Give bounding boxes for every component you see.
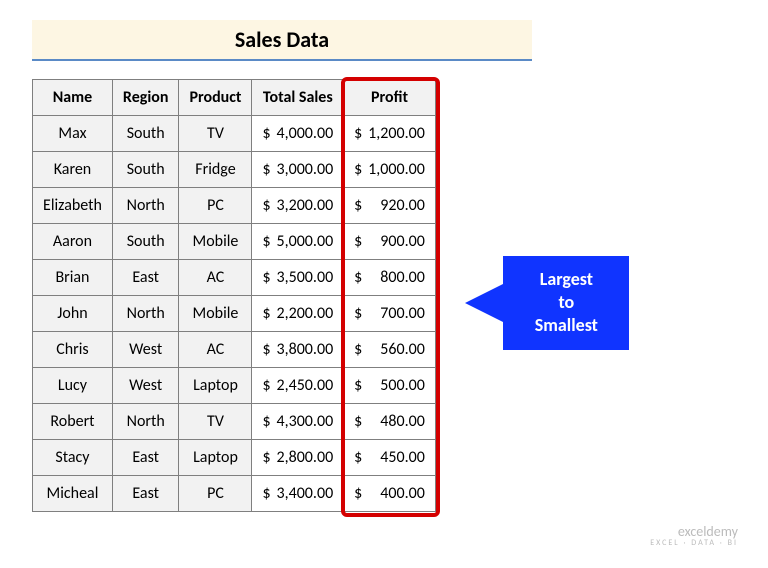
col-region: Region: [112, 80, 179, 116]
cell-region: West: [112, 368, 179, 404]
table-row: MichealEastPC$3,400.00$400.00: [33, 476, 436, 512]
cell-region: South: [112, 152, 179, 188]
cell-profit: $480.00: [344, 404, 436, 440]
callout-arrow-icon: [465, 283, 505, 323]
callout-line2: to: [521, 291, 611, 314]
col-profit: Profit: [344, 80, 436, 116]
col-name: Name: [33, 80, 113, 116]
cell-total-sales: $2,450.00: [252, 368, 344, 404]
cell-product: AC: [179, 332, 252, 368]
cell-profit: $500.00: [344, 368, 436, 404]
watermark: exceldemy EXCEL · DATA · BI: [650, 524, 738, 548]
callout-line3: Smallest: [521, 314, 611, 337]
table-row: StacyEastLaptop$2,800.00$450.00: [33, 440, 436, 476]
table-row: RobertNorthTV$4,300.00$480.00: [33, 404, 436, 440]
cell-region: South: [112, 224, 179, 260]
cell-region: North: [112, 404, 179, 440]
cell-name: Karen: [33, 152, 113, 188]
cell-total-sales: $3,800.00: [252, 332, 344, 368]
cell-total-sales: $4,300.00: [252, 404, 344, 440]
table-row: MaxSouthTV$4,000.00$1,200.00: [33, 116, 436, 152]
cell-profit: $400.00: [344, 476, 436, 512]
cell-product: PC: [179, 188, 252, 224]
title-bar: Sales Data: [32, 20, 532, 61]
cell-product: Mobile: [179, 296, 252, 332]
cell-total-sales: $4,000.00: [252, 116, 344, 152]
cell-name: Aaron: [33, 224, 113, 260]
cell-name: Brian: [33, 260, 113, 296]
cell-name: Micheal: [33, 476, 113, 512]
cell-region: East: [112, 440, 179, 476]
cell-profit: $920.00: [344, 188, 436, 224]
table-row: ChrisWestAC$3,800.00$560.00: [33, 332, 436, 368]
cell-product: Fridge: [179, 152, 252, 188]
cell-product: TV: [179, 404, 252, 440]
page-title: Sales Data: [235, 26, 329, 53]
cell-total-sales: $3,500.00: [252, 260, 344, 296]
cell-profit: $700.00: [344, 296, 436, 332]
cell-region: South: [112, 116, 179, 152]
cell-profit: $1,200.00: [344, 116, 436, 152]
table-row: JohnNorthMobile$2,200.00$700.00: [33, 296, 436, 332]
cell-region: West: [112, 332, 179, 368]
table-row: LucyWestLaptop$2,450.00$500.00: [33, 368, 436, 404]
cell-name: Robert: [33, 404, 113, 440]
cell-region: North: [112, 188, 179, 224]
sales-table: Name Region Product Total Sales Profit M…: [32, 79, 436, 512]
cell-total-sales: $3,000.00: [252, 152, 344, 188]
cell-profit: $1,000.00: [344, 152, 436, 188]
cell-region: East: [112, 260, 179, 296]
callout-largest-smallest: Largest to Smallest: [465, 256, 629, 350]
cell-name: Elizabeth: [33, 188, 113, 224]
cell-product: TV: [179, 116, 252, 152]
col-total-sales: Total Sales: [252, 80, 344, 116]
cell-product: Laptop: [179, 440, 252, 476]
cell-product: Mobile: [179, 224, 252, 260]
cell-total-sales: $3,200.00: [252, 188, 344, 224]
cell-total-sales: $2,200.00: [252, 296, 344, 332]
cell-name: Chris: [33, 332, 113, 368]
watermark-tag: EXCEL · DATA · BI: [650, 539, 738, 548]
cell-name: Stacy: [33, 440, 113, 476]
table-row: KarenSouthFridge$3,000.00$1,000.00: [33, 152, 436, 188]
callout-box: Largest to Smallest: [503, 256, 629, 350]
cell-total-sales: $3,400.00: [252, 476, 344, 512]
watermark-brand: exceldemy: [650, 524, 738, 539]
table-row: AaronSouthMobile$5,000.00$900.00: [33, 224, 436, 260]
cell-name: John: [33, 296, 113, 332]
col-product: Product: [179, 80, 252, 116]
cell-total-sales: $2,800.00: [252, 440, 344, 476]
cell-product: AC: [179, 260, 252, 296]
cell-profit: $450.00: [344, 440, 436, 476]
cell-name: Lucy: [33, 368, 113, 404]
cell-profit: $900.00: [344, 224, 436, 260]
callout-line1: Largest: [521, 268, 611, 291]
cell-name: Max: [33, 116, 113, 152]
table-header-row: Name Region Product Total Sales Profit: [33, 80, 436, 116]
cell-product: Laptop: [179, 368, 252, 404]
table-row: BrianEastAC$3,500.00$800.00: [33, 260, 436, 296]
cell-region: East: [112, 476, 179, 512]
cell-product: PC: [179, 476, 252, 512]
cell-profit: $800.00: [344, 260, 436, 296]
cell-total-sales: $5,000.00: [252, 224, 344, 260]
cell-region: North: [112, 296, 179, 332]
table-row: ElizabethNorthPC$3,200.00$920.00: [33, 188, 436, 224]
cell-profit: $560.00: [344, 332, 436, 368]
